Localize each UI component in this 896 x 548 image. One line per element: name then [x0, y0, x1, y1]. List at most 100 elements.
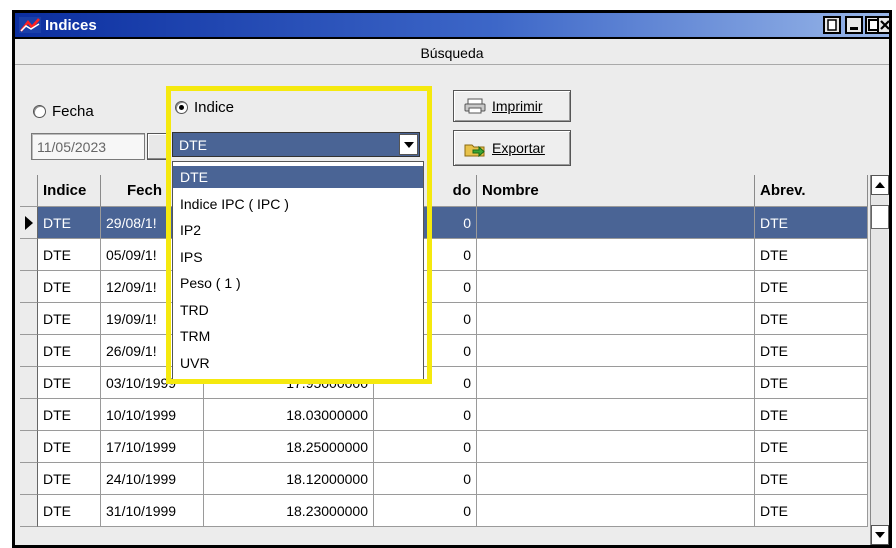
radio-fecha[interactable]: Fecha — [33, 103, 94, 120]
row-indicator[interactable] — [20, 271, 38, 303]
cell-valor[interactable]: 18.23000000 — [204, 495, 374, 527]
col-header-abrev[interactable]: Abrev. — [755, 175, 868, 207]
col-header-nombre[interactable]: Nombre — [477, 175, 755, 207]
cell-indice[interactable]: DTE — [38, 367, 101, 399]
imprimir-label: Imprimir — [492, 98, 543, 114]
cell-fecha[interactable]: 24/10/1999 — [101, 463, 204, 495]
row-indicator[interactable] — [20, 239, 38, 271]
dropdown-option[interactable]: Peso ( 1 ) — [173, 272, 423, 294]
grid-header: Indice Fech do Nombre Abrev. — [20, 175, 868, 207]
cell-periodo[interactable]: 0 — [374, 431, 477, 463]
cell-abrev[interactable]: DTE — [755, 399, 868, 431]
date-picker-button[interactable] — [147, 133, 171, 160]
cell-valor[interactable]: 18.12000000 — [204, 463, 374, 495]
row-indicator[interactable] — [20, 335, 38, 367]
cell-abrev[interactable]: DTE — [755, 463, 868, 495]
cell-valor[interactable]: 18.25000000 — [204, 431, 374, 463]
dropdown-arrow-icon[interactable] — [399, 134, 418, 155]
col-header-indice[interactable]: Indice — [38, 175, 101, 207]
row-indicator[interactable] — [20, 399, 38, 431]
cell-nombre[interactable] — [477, 239, 755, 271]
maximize-button[interactable] — [845, 16, 863, 34]
dropdown-option[interactable]: UVR — [173, 352, 423, 374]
cell-nombre[interactable] — [477, 399, 755, 431]
cell-fecha[interactable]: 31/10/1999 — [101, 495, 204, 527]
cell-periodo[interactable]: 0 — [374, 399, 477, 431]
exportar-button[interactable]: Exportar — [453, 130, 571, 166]
cell-abrev[interactable]: DTE — [755, 239, 868, 271]
radio-indice-label: Indice — [194, 99, 235, 116]
cell-indice[interactable]: DTE — [38, 431, 101, 463]
dropdown-option[interactable]: DTE — [173, 166, 423, 188]
cell-valor[interactable]: 18.03000000 — [204, 399, 374, 431]
indice-combo[interactable]: DTE — [172, 132, 420, 157]
table-row[interactable]: DTE 24/10/1999 18.12000000 0 DTE — [20, 463, 868, 495]
cell-abrev[interactable]: DTE — [755, 271, 868, 303]
radio-fecha-dot[interactable] — [33, 105, 46, 118]
cell-indice[interactable]: DTE — [38, 335, 101, 367]
radio-indice[interactable]: Indice — [175, 99, 234, 116]
table-row[interactable]: DTE 10/10/1999 18.03000000 0 DTE — [20, 399, 868, 431]
table-row[interactable]: DTE 26/09/1! 0 DTE — [20, 335, 868, 367]
cell-abrev[interactable]: DTE — [755, 431, 868, 463]
maximize-icon — [850, 27, 858, 30]
filter-panel: Fecha Indice — [15, 65, 889, 178]
table-row[interactable]: DTE 29/08/1! 0 DTE — [20, 207, 868, 239]
table-row[interactable]: DTE 19/09/1! 0 DTE — [20, 303, 868, 335]
table-row[interactable]: DTE 17/10/1999 18.25000000 0 DTE — [20, 431, 868, 463]
cell-nombre[interactable] — [477, 495, 755, 527]
cell-abrev[interactable]: DTE — [755, 367, 868, 399]
cell-periodo[interactable]: 0 — [374, 495, 477, 527]
cell-indice[interactable]: DTE — [38, 239, 101, 271]
scroll-thumb[interactable] — [871, 205, 889, 229]
scroll-up-icon — [875, 182, 885, 188]
cell-abrev[interactable]: DTE — [755, 495, 868, 527]
scroll-down-button[interactable] — [871, 525, 889, 545]
cell-indice[interactable]: DTE — [38, 271, 101, 303]
cell-nombre[interactable] — [477, 367, 755, 399]
cell-indice[interactable]: DTE — [38, 207, 101, 239]
indices-window: Indices Búsqueda Fecha Indice 11/05/2023… — [12, 10, 892, 548]
row-indicator[interactable] — [20, 207, 38, 239]
row-indicator[interactable] — [20, 463, 38, 495]
cell-abrev[interactable]: DTE — [755, 303, 868, 335]
table-row[interactable]: DTE 03/10/1999 17.95000000 0 DTE — [20, 367, 868, 399]
dropdown-option[interactable]: IP2 — [173, 219, 423, 241]
cell-indice[interactable]: DTE — [38, 463, 101, 495]
table-row[interactable]: DTE 31/10/1999 18.23000000 0 DTE — [20, 495, 868, 527]
scroll-up-button[interactable] — [871, 175, 889, 195]
cell-indice[interactable]: DTE — [38, 399, 101, 431]
cell-nombre[interactable] — [477, 335, 755, 367]
date-field[interactable]: 11/05/2023 — [31, 133, 145, 160]
table-row[interactable]: DTE 05/09/1! 0 DTE — [20, 239, 868, 271]
row-indicator[interactable] — [20, 303, 38, 335]
dropdown-option[interactable]: IPS — [173, 246, 423, 268]
cell-abrev[interactable]: DTE — [755, 335, 868, 367]
cell-nombre[interactable] — [477, 431, 755, 463]
dropdown-option[interactable]: TRD — [173, 299, 423, 321]
radio-indice-dot[interactable] — [175, 101, 188, 114]
dropdown-option[interactable]: TRM — [173, 325, 423, 347]
window-title: Indices — [45, 17, 97, 34]
dropdown-option[interactable]: Indice IPC ( IPC ) — [173, 193, 423, 215]
cell-indice[interactable]: DTE — [38, 495, 101, 527]
cell-nombre[interactable] — [477, 271, 755, 303]
row-indicator[interactable] — [20, 431, 38, 463]
cell-nombre[interactable] — [477, 303, 755, 335]
cell-nombre[interactable] — [477, 207, 755, 239]
close-button[interactable] — [877, 16, 889, 34]
row-indicator[interactable] — [20, 367, 38, 399]
imprimir-button[interactable]: Imprimir — [453, 90, 571, 122]
vertical-scrollbar[interactable] — [870, 175, 889, 545]
cell-abrev[interactable]: DTE — [755, 207, 868, 239]
cell-nombre[interactable] — [477, 463, 755, 495]
minimize-button[interactable] — [823, 16, 841, 34]
cell-fecha[interactable]: 17/10/1999 — [101, 431, 204, 463]
row-indicator[interactable] — [20, 495, 38, 527]
table-row[interactable]: DTE 12/09/1! 0 DTE — [20, 271, 868, 303]
indice-dropdown-list[interactable]: DTE Indice IPC ( IPC ) IP2 IPS Peso ( 1 ) TRD… — [172, 161, 424, 383]
title-bar[interactable]: Indices — [15, 13, 889, 39]
cell-fecha[interactable]: 10/10/1999 — [101, 399, 204, 431]
cell-periodo[interactable]: 0 — [374, 463, 477, 495]
cell-indice[interactable]: DTE — [38, 303, 101, 335]
